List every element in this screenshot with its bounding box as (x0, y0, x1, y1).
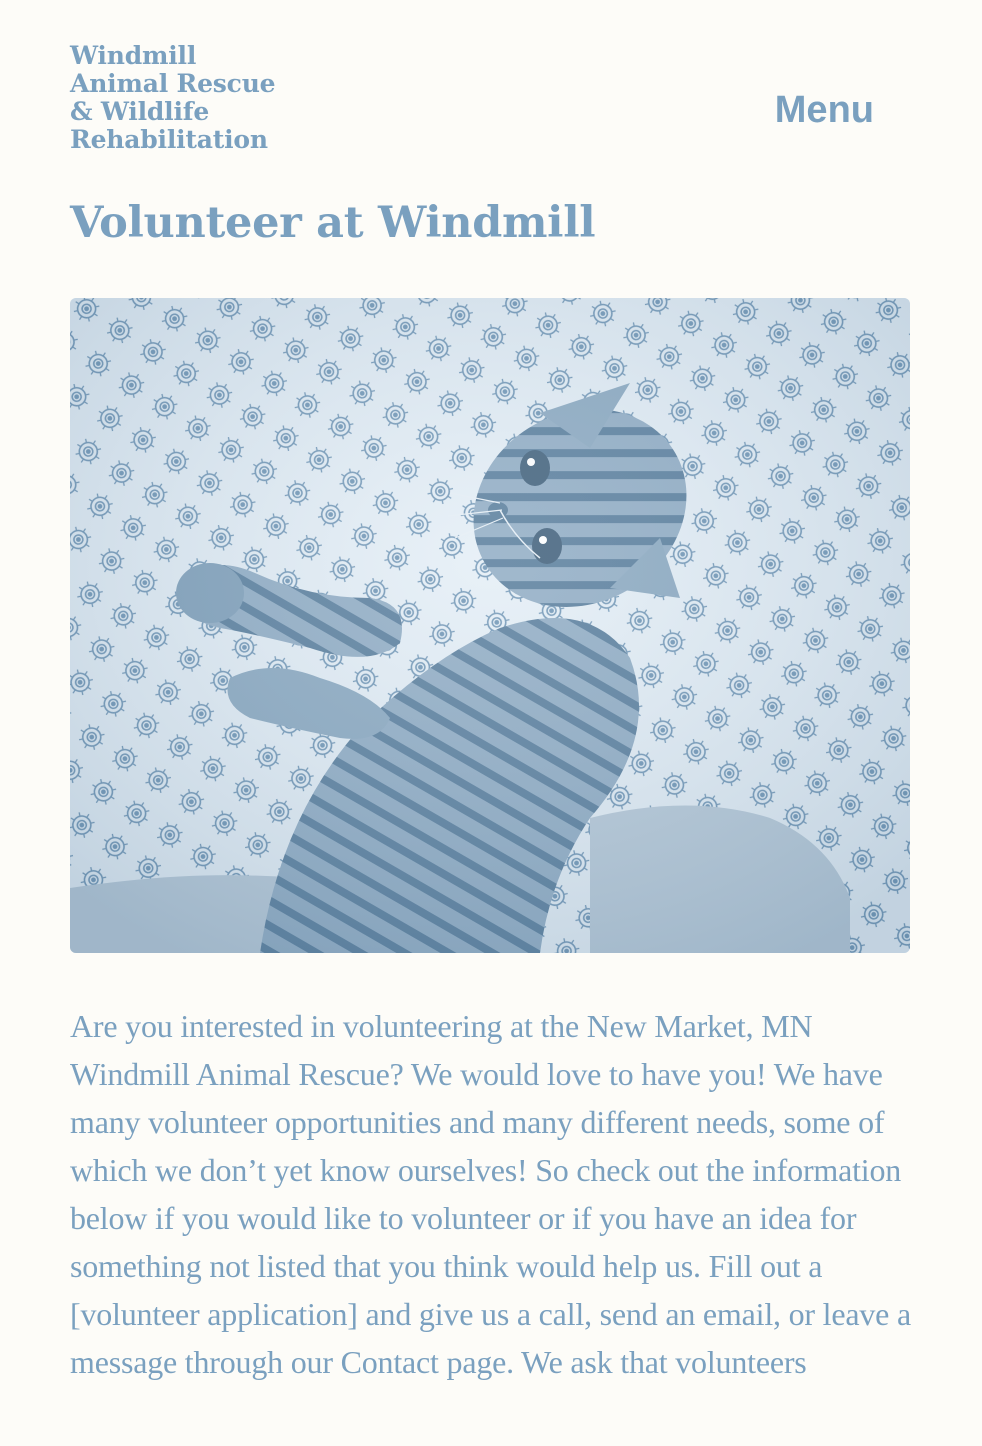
menu-button[interactable]: Menu (775, 88, 874, 132)
site-title-line-4: Rehabilitation (70, 125, 268, 154)
site-title-line-1: Windmill (70, 41, 197, 70)
kitten-photo (70, 298, 910, 953)
site-title-line-2: Animal Rescue (70, 69, 276, 98)
site-header: Windmill Animal Rescue & Wildlife Rehabi… (70, 42, 912, 162)
page-title: Volunteer at Windmill (70, 198, 596, 248)
hero-image-kitten (70, 298, 910, 953)
intro-paragraph: Are you interested in volunteering at th… (70, 1008, 911, 1380)
site-title-link[interactable]: Windmill Animal Rescue & Wildlife Rehabi… (70, 42, 330, 154)
site-title-line-3: & Wildlife (70, 97, 210, 126)
